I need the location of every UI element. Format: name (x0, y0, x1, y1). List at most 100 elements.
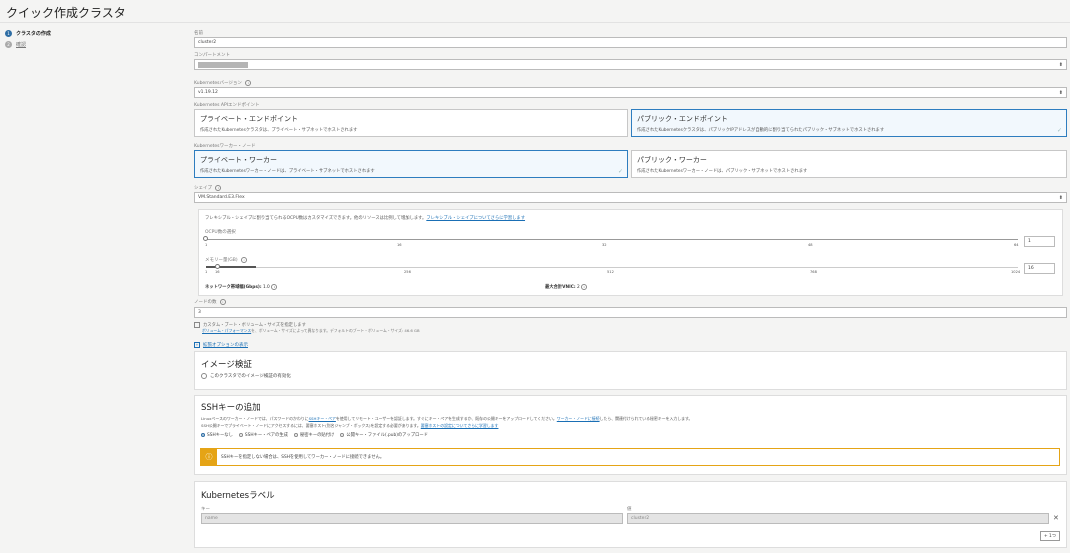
card-description: 作成されたKubernetesワーカー・ノードは、パブリック・サブネットでホスト… (637, 169, 808, 174)
remove-label-icon[interactable]: ✕ (1053, 514, 1059, 522)
shape-info-text: フレキシブル・シェイプに割り当てられるOCPU数はカスタマイズできます。他のリソ… (205, 216, 427, 221)
k8s-version-value: v1.19.12 (198, 90, 218, 95)
image-verify-title: イメージ検証 (201, 360, 252, 370)
shape-learn-more-link[interactable]: フレキシブル・シェイプについてさらに学習します (426, 216, 525, 221)
shape-select[interactable]: VM.Standard.E3.Flex ⬍ (194, 192, 1067, 203)
ssh-options: SSHキーなし SSHキー・ペアの生成 秘密キーの貼付け 公開キー・ファイル(.… (201, 432, 434, 438)
ssh-option-upload[interactable]: 公開キー・ファイル(.pub)のアップロード (340, 432, 428, 438)
info-icon[interactable]: i (271, 284, 278, 290)
warning-icon: ⓘ (201, 449, 217, 465)
info-icon[interactable]: i (581, 284, 588, 290)
name-label: 名前 (194, 31, 203, 36)
shape-label-text: シェイプ (194, 186, 212, 191)
ssh-option-none[interactable]: SSHキーなし (201, 432, 233, 438)
select-arrow-icon: ⬍ (1058, 89, 1063, 96)
ssh-desc-text: を使用してリモート・ユーザーを認証します。すぐにキー・ペアを生成するか、既存の公… (335, 416, 557, 421)
node-count-label-text: ノードの数 (194, 300, 217, 305)
memory-slider-fill (206, 266, 256, 268)
ssh-desc-text: Linuxベースのワーカー・ノードでは、パスワードのかわりに (201, 416, 309, 421)
network-bandwidth: ネットワーク帯域幅(Gbps): 1.0 i (205, 284, 278, 290)
label-value-input[interactable]: cluster2 (627, 513, 1049, 524)
ssh-option-generate[interactable]: SSHキー・ペアの生成 (238, 432, 288, 438)
ssh-desc-1: Linuxベースのワーカー・ノードでは、パスワードのかわりにSSHキー・ペアを使… (201, 416, 692, 422)
step-review[interactable]: 2 確認 (5, 41, 26, 48)
memory-tick: 16 (215, 270, 220, 274)
info-icon[interactable]: i (241, 257, 248, 263)
public-worker-card[interactable]: パブリック・ワーカー 作成されたKubernetesワーカー・ノードは、パブリッ… (631, 150, 1067, 178)
radio-icon (293, 433, 298, 437)
compartment-select[interactable]: ⬍ (194, 59, 1067, 70)
memory-tick: 256 (404, 270, 411, 274)
boot-volume-desc-text: を、ボリューム・サイズによって異なります。デフォルトのブート・ボリューム・サイズ… (251, 328, 420, 333)
image-verify-checkbox[interactable] (201, 373, 207, 379)
step-label: クラスタの作成 (16, 31, 51, 37)
ocpu-tick: 1 (205, 243, 208, 247)
labels-title: Kubernetesラベル (201, 491, 275, 501)
ocpu-label: OCPU数の選択 (205, 230, 236, 235)
ssh-desc-text: SSH公開キーでプライベート・ノードにアクセスするには、要塞ホスト(別名ジャンプ… (201, 423, 421, 428)
max-vnic-label: 最大合計VNIC: (545, 285, 576, 290)
volume-performance-link[interactable]: ボリューム・パフォーマンス (202, 328, 251, 333)
radio-icon (340, 433, 345, 437)
expand-icon: + (194, 342, 200, 348)
info-icon[interactable]: i (219, 299, 226, 305)
radio-label: 公開キー・ファイル(.pub)のアップロード (346, 433, 428, 438)
radio-label: SSHキーなし (207, 433, 233, 438)
label-value-label: 値 (627, 507, 632, 512)
info-icon[interactable]: i (245, 80, 252, 86)
memory-slider-track[interactable] (206, 267, 1018, 268)
advanced-options-toggle[interactable]: + 拡張オプションの表示 (194, 342, 248, 348)
network-bandwidth-value: 1.0 (262, 285, 270, 290)
select-arrow-icon: ⬍ (1058, 194, 1063, 201)
radio-icon (238, 433, 243, 437)
label-key-input[interactable]: name (201, 513, 623, 524)
memory-label-text: メモリー量(GB) (205, 258, 238, 263)
k8s-version-select[interactable]: v1.19.12 ⬍ (194, 87, 1067, 98)
bastion-learn-more-link[interactable]: 要塞ホストの設定についてさらに学習します (421, 423, 499, 428)
radio-label: 秘密キーの貼付け (299, 433, 335, 438)
memory-label: メモリー量(GB) i (205, 257, 248, 263)
step-label: 確認 (16, 42, 27, 48)
card-description: 作成されたKubernetesワーカー・ノードは、プライベート・サブネットでホス… (200, 169, 375, 174)
image-verify-label: このクラスタでのイメージ検証の有効化 (210, 374, 291, 379)
memory-input[interactable]: 16 (1024, 263, 1055, 274)
card-description: 作成されたKubernetesクラスタは、パブリックIPアドレスが自動的に割り当… (637, 128, 885, 133)
select-arrow-icon: ⬍ (1058, 61, 1063, 68)
card-title: パブリック・ワーカー (637, 156, 707, 164)
ocpu-slider-track[interactable] (206, 239, 1018, 240)
max-vnic: 最大合計VNIC: 2 i (545, 284, 588, 290)
network-bandwidth-label: ネットワーク帯域幅(Gbps): (205, 285, 262, 290)
ocpu-tick: 48 (808, 243, 813, 247)
info-icon[interactable]: i (215, 185, 222, 191)
card-title: プライベート・エンドポイント (200, 115, 298, 123)
node-count-input[interactable]: 3 (194, 307, 1067, 318)
page-title: クイック作成クラスタ (6, 6, 126, 20)
check-icon: ✓ (1056, 127, 1062, 134)
ssh-keypair-link[interactable]: SSHキー・ペア (309, 416, 336, 421)
step-number-1: 1 (5, 30, 12, 37)
private-endpoint-card[interactable]: プライベート・エンドポイント 作成されたKubernetesクラスタは、プライベ… (194, 109, 628, 137)
private-worker-card[interactable]: プライベート・ワーカー 作成されたKubernetesワーカー・ノードは、プライ… (194, 150, 628, 178)
name-input[interactable]: cluster2 (194, 37, 1067, 48)
ocpu-input[interactable]: 1 (1024, 236, 1055, 247)
boot-volume-desc: ボリューム・パフォーマンスを、ボリューム・サイズによって異なります。デフォルトの… (202, 328, 420, 334)
boot-volume-checkbox[interactable] (194, 322, 200, 328)
ocpu-slider-handle[interactable] (203, 236, 208, 241)
ssh-warning: ⓘ SSHキーを指定しない場合は、SSHを使用してワーカー・ノードに接続できませ… (200, 448, 1060, 466)
connect-worker-link[interactable]: ワーカー・ノードに接続 (557, 416, 600, 421)
redacted-value (198, 61, 248, 68)
add-label-button[interactable]: + 1つ (1040, 531, 1060, 541)
public-endpoint-card[interactable]: パブリック・エンドポイント 作成されたKubernetesクラスタは、パブリック… (631, 109, 1067, 137)
step-create-cluster[interactable]: 1 クラスタの作成 (5, 30, 51, 37)
memory-tick: 768 (810, 270, 817, 274)
ocpu-tick: 32 (602, 243, 607, 247)
step-number-2: 2 (5, 41, 12, 48)
k8s-version-label: Kubernetesバージョン i (194, 80, 252, 86)
memory-tick: 512 (607, 270, 614, 274)
max-vnic-value: 2 (576, 285, 580, 290)
image-verify-option[interactable]: このクラスタでのイメージ検証の有効化 (201, 373, 291, 379)
shape-label: シェイプ i (194, 185, 222, 191)
ssh-option-paste[interactable]: 秘密キーの貼付け (293, 432, 335, 438)
warning-text: SSHキーを指定しない場合は、SSHを使用してワーカー・ノードに接続できません。 (221, 455, 385, 460)
ocpu-tick: 16 (397, 243, 402, 247)
